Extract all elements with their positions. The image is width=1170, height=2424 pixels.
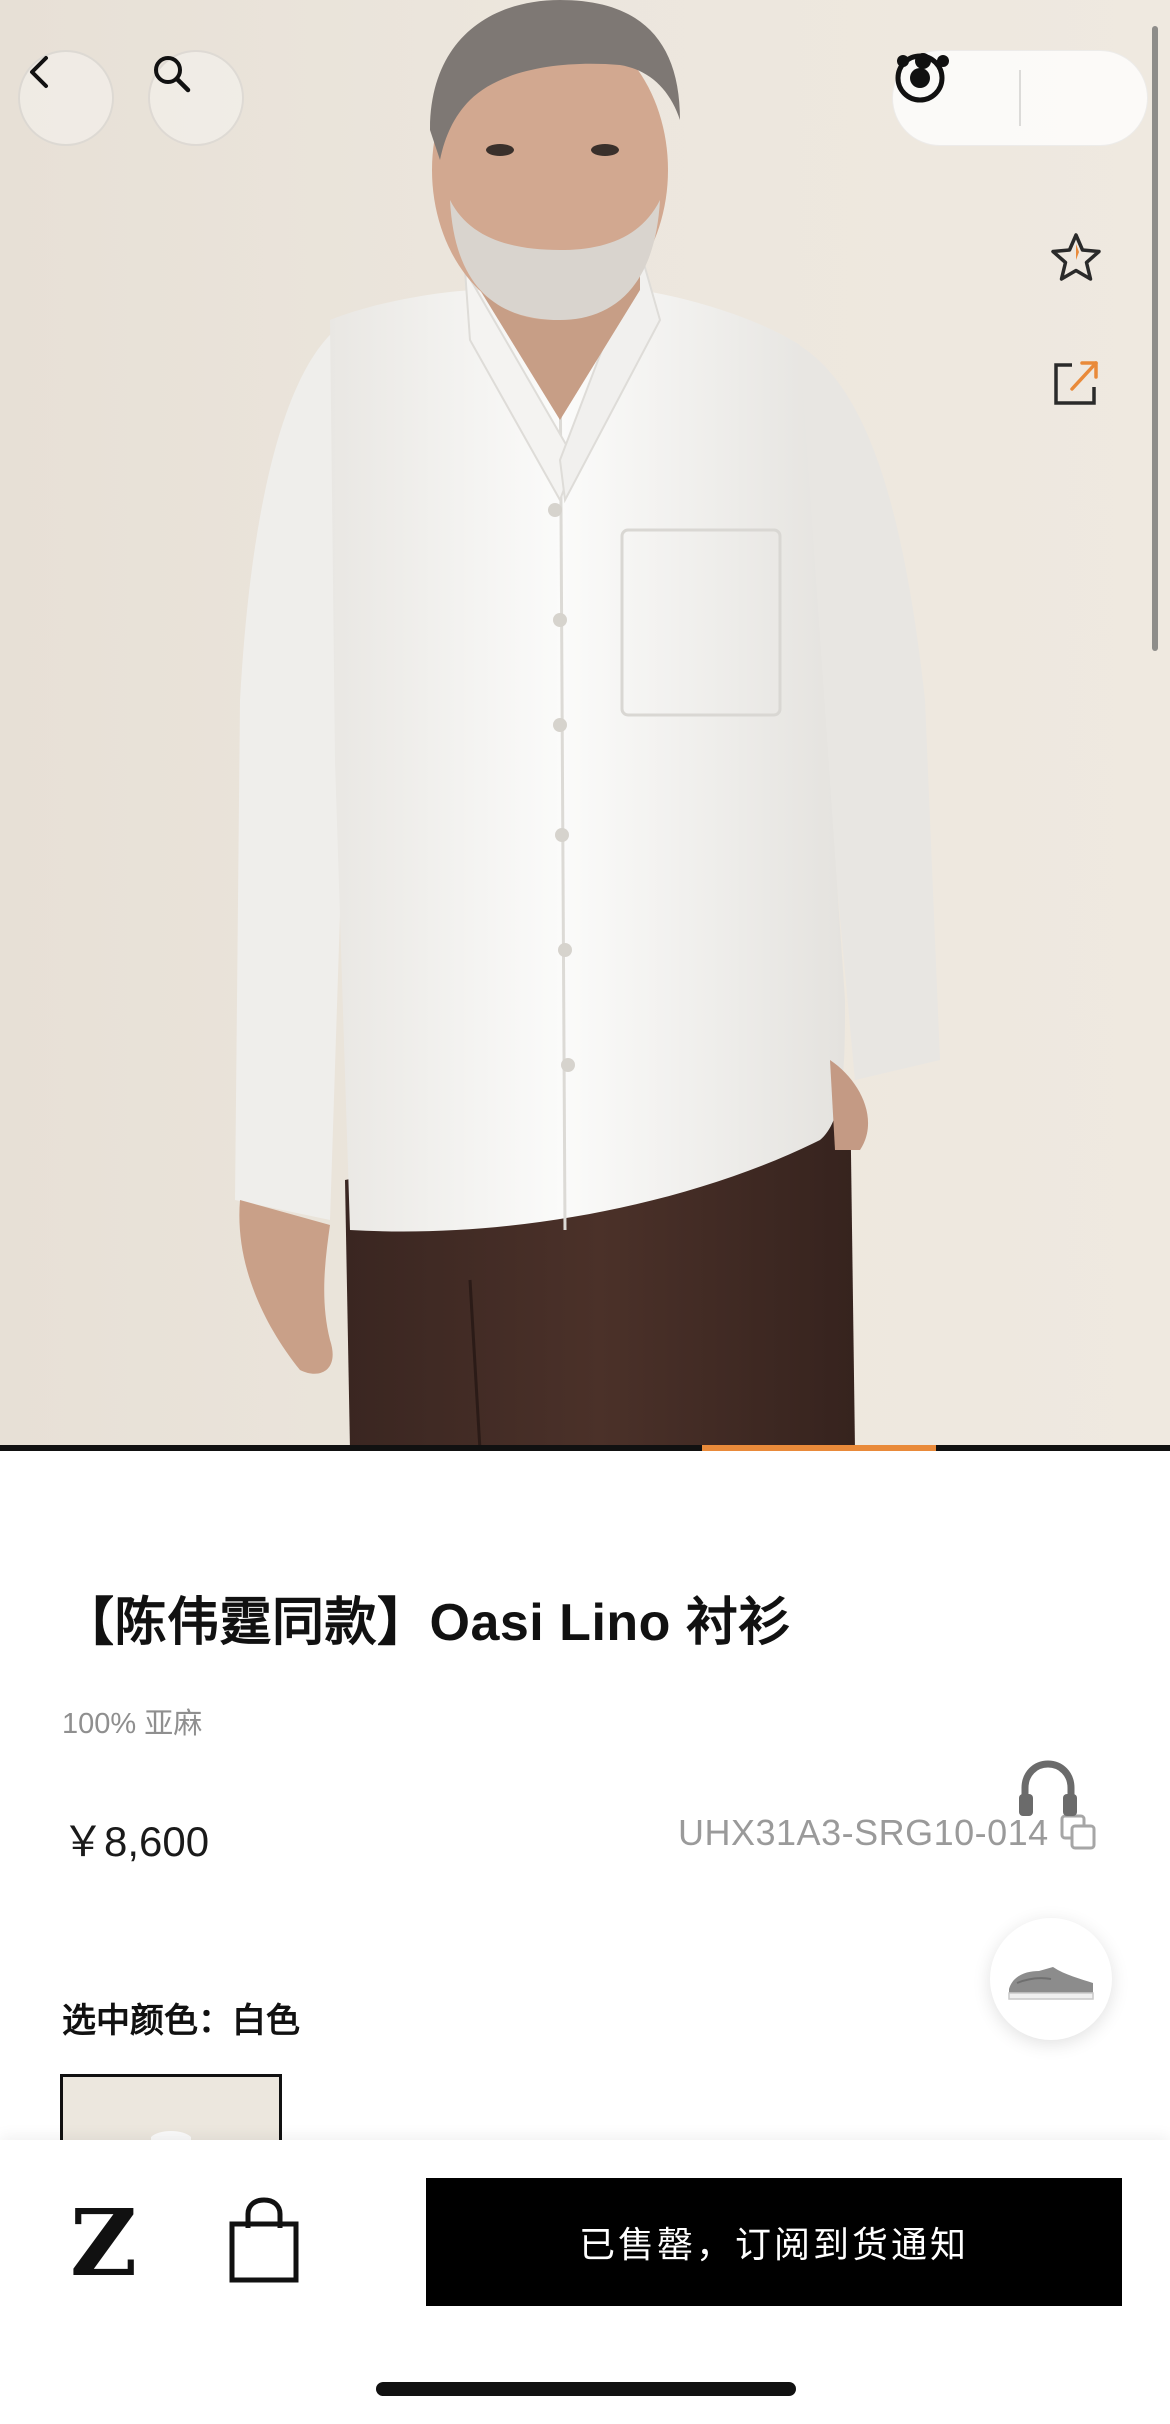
headset-icon[interactable]	[1015, 1758, 1081, 1824]
recommendation-button[interactable]	[990, 1918, 1112, 2040]
close-miniprogram-button[interactable]	[895, 50, 1147, 146]
favorite-button[interactable]	[1048, 230, 1112, 294]
scrollbar-thumb[interactable]	[1152, 26, 1158, 651]
notify-restock-button[interactable]: 已售罄，订阅到货通知	[426, 2178, 1122, 2306]
shopping-bag-icon[interactable]	[226, 2196, 302, 2286]
carousel-track	[0, 1445, 1170, 1451]
share-button[interactable]	[1048, 355, 1112, 419]
model-photo	[235, 0, 940, 1450]
target-circle-icon	[895, 53, 945, 103]
share-icon	[1054, 361, 1098, 405]
color-swatch-white[interactable]	[60, 2074, 282, 2144]
home-indicator[interactable]	[376, 2382, 796, 2396]
product-material: 100% 亚麻	[62, 1708, 203, 1740]
swatch-thumbnail	[63, 2077, 279, 2144]
search-button[interactable]	[148, 50, 244, 146]
chevron-left-icon	[30, 56, 48, 88]
carousel-active-indicator	[702, 1445, 936, 1451]
star-icon	[1051, 233, 1101, 281]
miniprogram-capsule	[892, 50, 1148, 146]
search-icon	[154, 56, 191, 93]
product-hero-image[interactable]	[0, 0, 1170, 1450]
product-title: 【陈伟霆同款】Oasi Lino 衬衫	[62, 1594, 791, 1652]
brand-logo[interactable]: Z	[70, 2196, 144, 2290]
back-button[interactable]	[18, 50, 114, 146]
product-sku: UHX31A3-SRG10-014	[678, 1812, 1049, 1853]
shoe-thumbnail-icon	[1008, 1967, 1094, 2000]
selected-color-label: 选中颜色：白色	[62, 2002, 300, 2040]
product-price: ￥8,600	[62, 1818, 210, 1865]
